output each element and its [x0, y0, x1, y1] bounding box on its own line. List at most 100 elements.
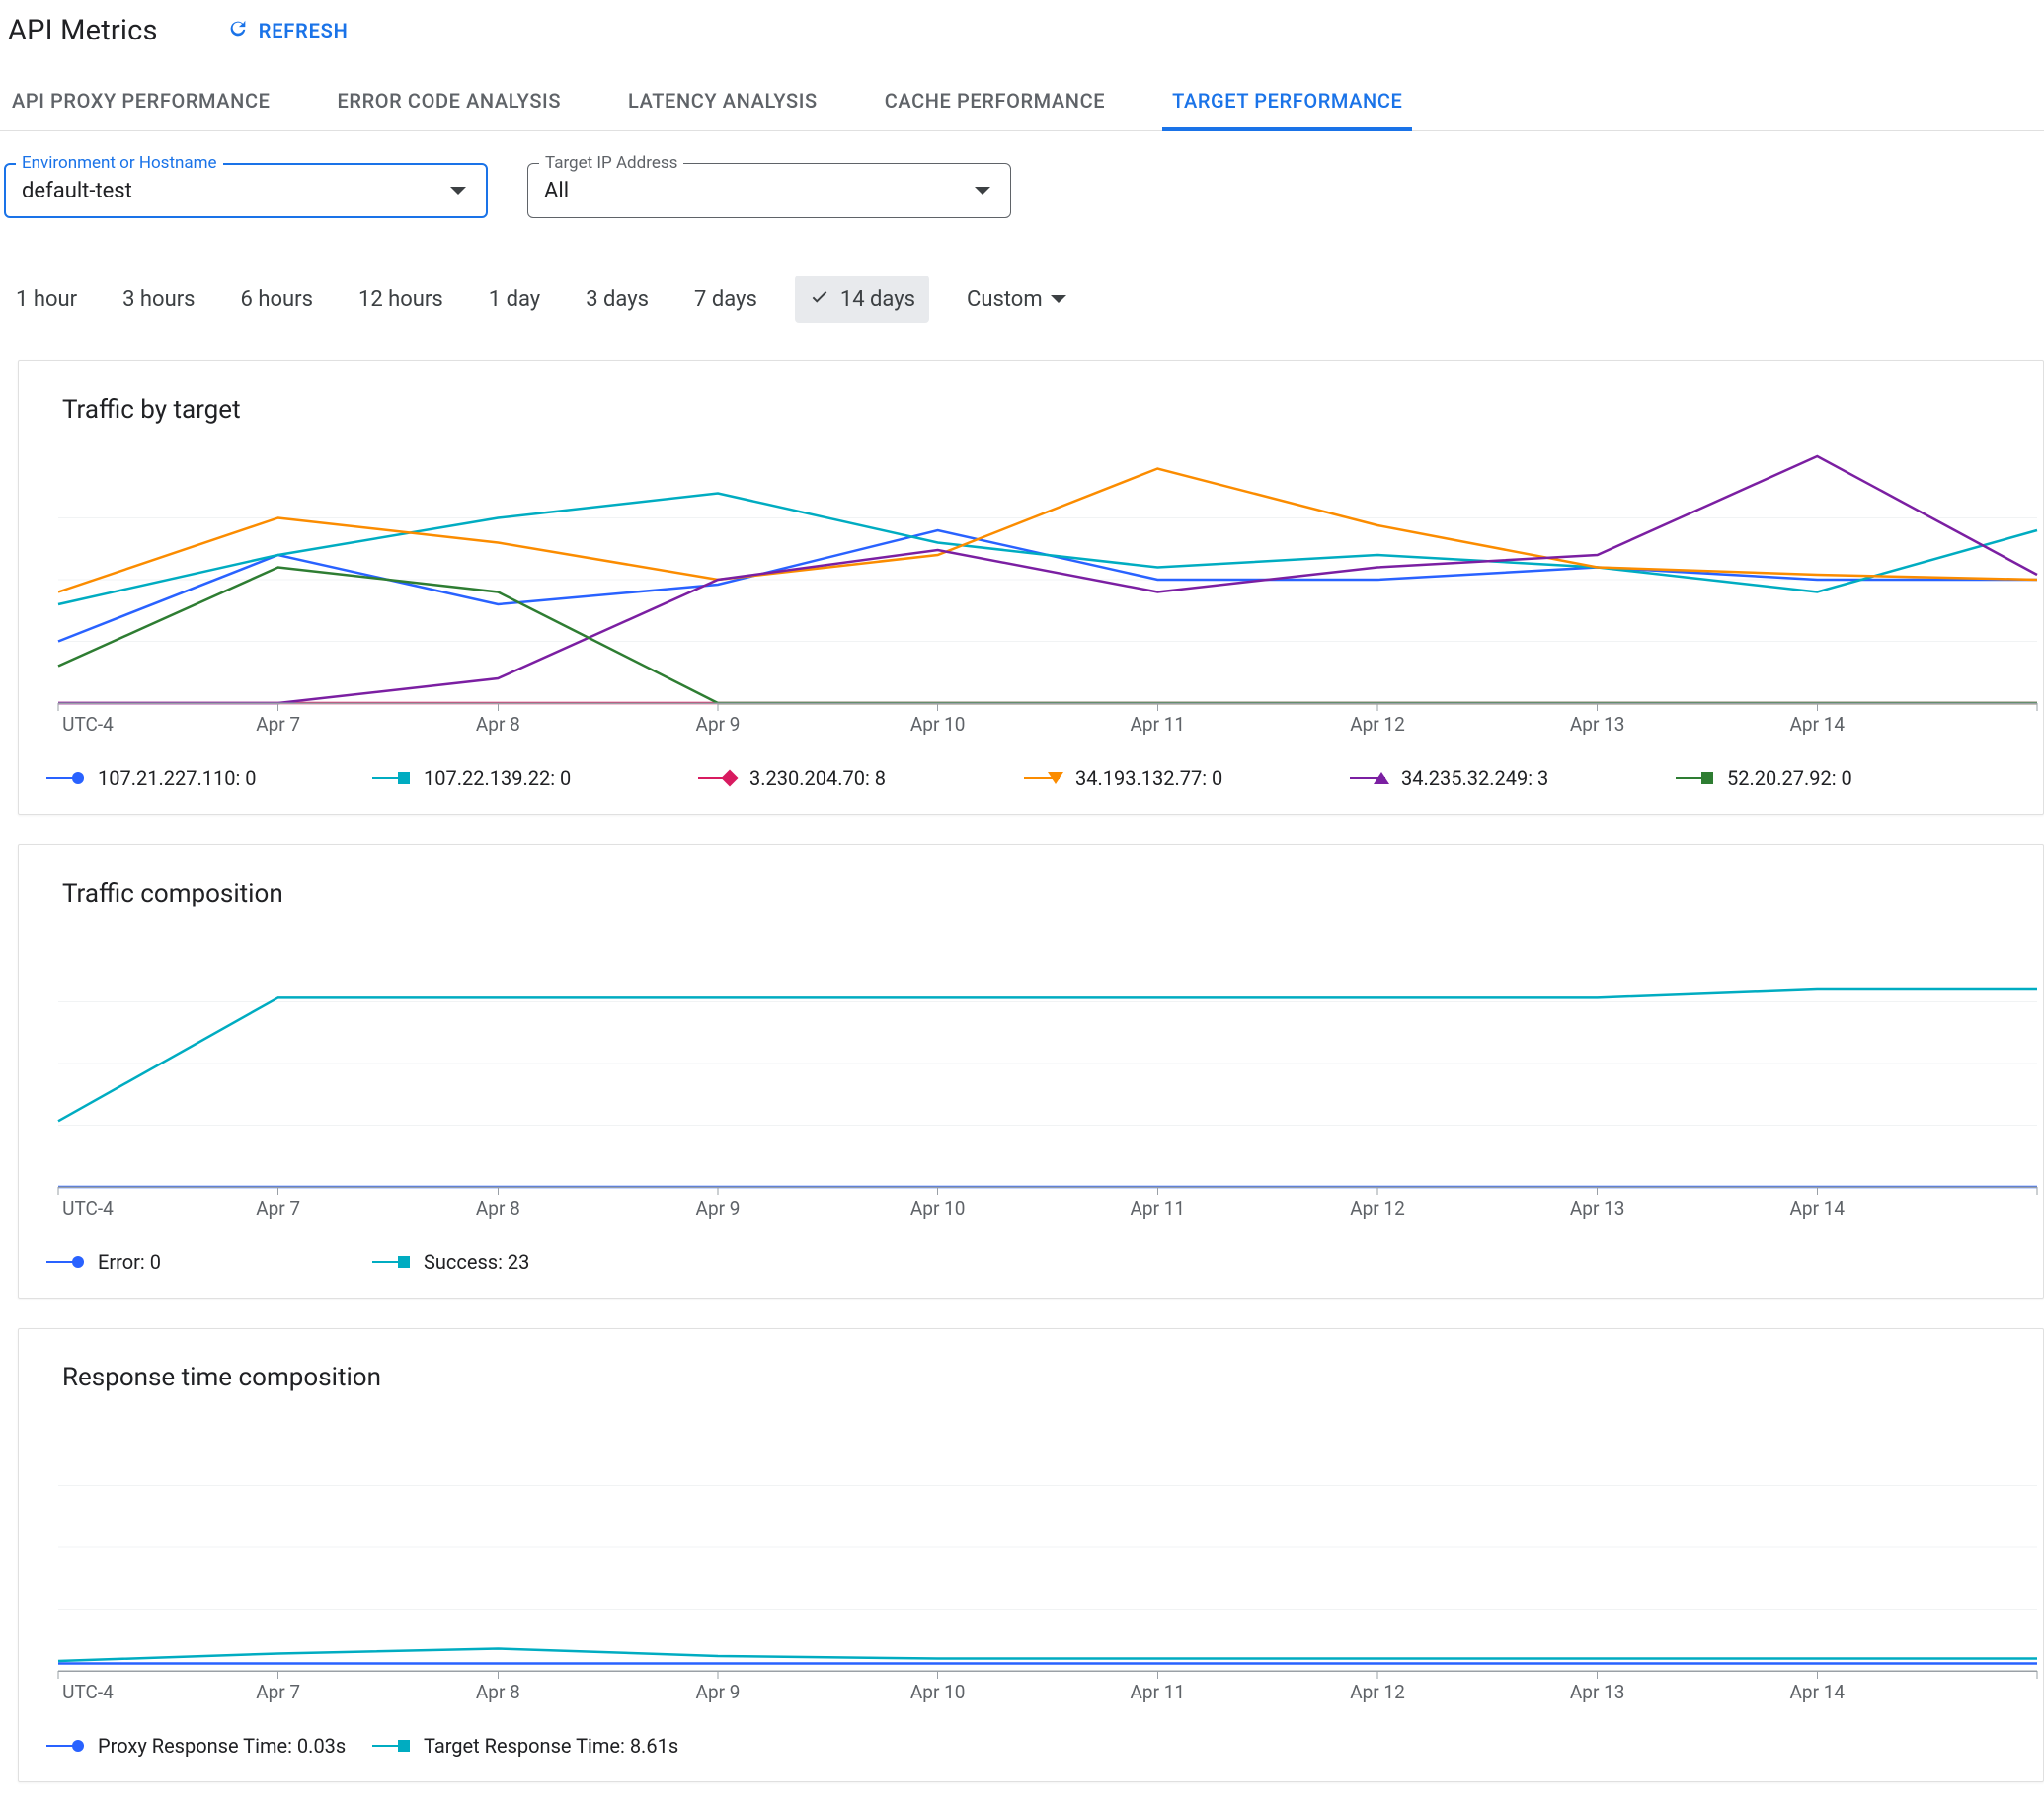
tab-cache-performance[interactable]: CACHE PERFORMANCE [885, 73, 1105, 130]
legend-item[interactable]: Success: 23 [372, 1250, 698, 1274]
legend-traffic-composition: Error: 0 Success: 23 [46, 1230, 2043, 1274]
legend-swatch [1024, 771, 1060, 785]
tab-api-proxy-performance[interactable]: API PROXY PERFORMANCE [12, 73, 271, 130]
svg-text:Apr 14: Apr 14 [1790, 713, 1846, 736]
chart-title-traffic-by-target: Traffic by target [46, 395, 2043, 425]
time-range-row: 1 hour 3 hours 6 hours 12 hours 1 day 3 … [0, 226, 2044, 343]
legend-label: Error: 0 [98, 1250, 161, 1274]
svg-text:Apr 7: Apr 7 [256, 713, 300, 736]
legend-label: 107.21.227.110: 0 [98, 766, 257, 790]
legend-swatch [46, 1739, 82, 1753]
tab-error-code-analysis[interactable]: ERROR CODE ANALYSIS [338, 73, 562, 130]
legend-swatch [372, 1255, 408, 1269]
page-title: API Metrics [8, 14, 158, 47]
legend-label: 107.22.139.22: 0 [424, 766, 571, 790]
chevron-down-icon [975, 187, 990, 195]
svg-text:UTC-4: UTC-4 [62, 1197, 114, 1220]
chip-custom-label: Custom [967, 287, 1043, 312]
target-ip-value: All [544, 179, 569, 203]
chip-custom[interactable]: Custom [959, 277, 1074, 322]
legend-label: Target Response Time: 8.61s [424, 1734, 678, 1758]
legend-label: 34.235.32.249: 3 [1401, 766, 1548, 790]
legend-swatch [1350, 771, 1385, 785]
card-response-time: Response time composition UTC-4 Apr 7 Apr … [18, 1328, 2044, 1782]
legend-label: Success: 23 [424, 1250, 529, 1274]
refresh-icon [227, 18, 249, 44]
legend-swatch [46, 771, 82, 785]
legend-swatch [372, 1739, 408, 1753]
legend-item[interactable]: Error: 0 [46, 1250, 372, 1274]
chart-traffic-composition: UTC-4 Apr 7 Apr 8 Apr 9 Apr 10 Apr 11 Apr 12 Ap… [46, 934, 2041, 1230]
legend-item[interactable]: 3.230.204.70: 8 [698, 766, 1024, 790]
svg-text:Apr 11: Apr 11 [1131, 1197, 1186, 1220]
chip-3-days[interactable]: 3 days [578, 277, 657, 322]
chevron-down-icon [1051, 295, 1066, 303]
legend-label: 3.230.204.70: 8 [749, 766, 886, 790]
legend-item[interactable]: Target Response Time: 8.61s [372, 1734, 698, 1758]
chip-1-hour[interactable]: 1 hour [8, 277, 85, 322]
svg-text:Apr 11: Apr 11 [1131, 713, 1186, 736]
legend-item[interactable]: Proxy Response Time: 0.03s [46, 1734, 372, 1758]
tab-target-performance[interactable]: TARGET PERFORMANCE [1172, 73, 1402, 130]
legend-item[interactable]: 34.193.132.77: 0 [1024, 766, 1350, 790]
legend-swatch [372, 771, 408, 785]
legend-item[interactable]: 107.22.139.22: 0 [372, 766, 698, 790]
svg-text:Apr 12: Apr 12 [1350, 1681, 1405, 1703]
svg-text:Apr 7: Apr 7 [256, 1197, 300, 1220]
svg-text:Apr 13: Apr 13 [1570, 1197, 1625, 1220]
svg-text:Apr 8: Apr 8 [476, 713, 520, 736]
check-icon [809, 285, 830, 313]
svg-text:Apr 10: Apr 10 [910, 713, 966, 736]
chart-traffic-by-target: UTC-4 Apr 7 Apr 8 Apr 9 Apr 10 Apr 11 Apr 12 Ap… [46, 450, 2041, 747]
chip-6-hours[interactable]: 6 hours [233, 277, 321, 322]
environment-value: default-test [22, 179, 132, 203]
environment-label: Environment or Hostname [16, 153, 223, 173]
svg-text:Apr 10: Apr 10 [910, 1197, 966, 1220]
chip-14-days[interactable]: 14 days [795, 276, 929, 323]
legend-item[interactable]: 52.20.27.92: 0 [1676, 766, 2002, 790]
legend-swatch [46, 1255, 82, 1269]
chart-response-time: UTC-4 Apr 7 Apr 8 Apr 9 Apr 10 Apr 11 Apr 12 Ap… [46, 1418, 2041, 1714]
legend-item[interactable]: 34.235.32.249: 3 [1350, 766, 1676, 790]
refresh-button[interactable]: REFRESH [227, 18, 349, 44]
svg-text:Apr 7: Apr 7 [256, 1681, 300, 1703]
svg-text:Apr 11: Apr 11 [1131, 1681, 1186, 1703]
svg-text:Apr 8: Apr 8 [476, 1197, 520, 1220]
chip-1-day[interactable]: 1 day [481, 277, 548, 322]
chevron-down-icon [450, 187, 466, 195]
legend-label: 34.193.132.77: 0 [1075, 766, 1222, 790]
chip-3-hours[interactable]: 3 hours [115, 277, 202, 322]
svg-text:Apr 9: Apr 9 [696, 1681, 741, 1703]
target-ip-select[interactable]: Target IP Address All [527, 163, 1011, 218]
svg-text:UTC-4: UTC-4 [62, 1681, 114, 1703]
card-traffic-composition: Traffic composition UTC-4 Apr 7 Apr 8 Apr 9… [18, 844, 2044, 1299]
target-ip-label: Target IP Address [539, 153, 683, 173]
chip-12-hours[interactable]: 12 hours [351, 277, 451, 322]
tab-latency-analysis[interactable]: LATENCY ANALYSIS [628, 73, 818, 130]
svg-text:Apr 12: Apr 12 [1350, 713, 1405, 736]
chip-14-days-label: 14 days [840, 287, 915, 312]
legend-swatch [698, 771, 734, 785]
svg-text:Apr 9: Apr 9 [696, 1197, 741, 1220]
chart-title-traffic-composition: Traffic composition [46, 879, 2043, 908]
chip-7-days[interactable]: 7 days [686, 277, 765, 322]
legend-item[interactable]: 107.21.227.110: 0 [46, 766, 372, 790]
chart-title-response-time: Response time composition [46, 1363, 2043, 1392]
svg-text:Apr 13: Apr 13 [1570, 713, 1625, 736]
environment-select[interactable]: Environment or Hostname default-test [4, 163, 488, 218]
refresh-label: REFRESH [259, 19, 349, 42]
svg-text:Apr 14: Apr 14 [1790, 1197, 1846, 1220]
svg-text:UTC-4: UTC-4 [62, 713, 114, 736]
legend-label: 52.20.27.92: 0 [1727, 766, 1852, 790]
svg-text:Apr 14: Apr 14 [1790, 1681, 1846, 1703]
svg-text:Apr 13: Apr 13 [1570, 1681, 1625, 1703]
card-traffic-by-target: Traffic by target UTC-4 Apr 7 Apr 8 Apr 9 Ap… [18, 360, 2044, 815]
legend-response-time: Proxy Response Time: 0.03s Target Respons… [46, 1714, 2043, 1758]
svg-text:Apr 8: Apr 8 [476, 1681, 520, 1703]
svg-text:Apr 12: Apr 12 [1350, 1197, 1405, 1220]
tabs: API PROXY PERFORMANCE ERROR CODE ANALYSI… [0, 73, 2044, 131]
svg-text:Apr 9: Apr 9 [696, 713, 741, 736]
svg-text:Apr 10: Apr 10 [910, 1681, 966, 1703]
legend-label: Proxy Response Time: 0.03s [98, 1734, 346, 1758]
legend-swatch [1676, 771, 1711, 785]
